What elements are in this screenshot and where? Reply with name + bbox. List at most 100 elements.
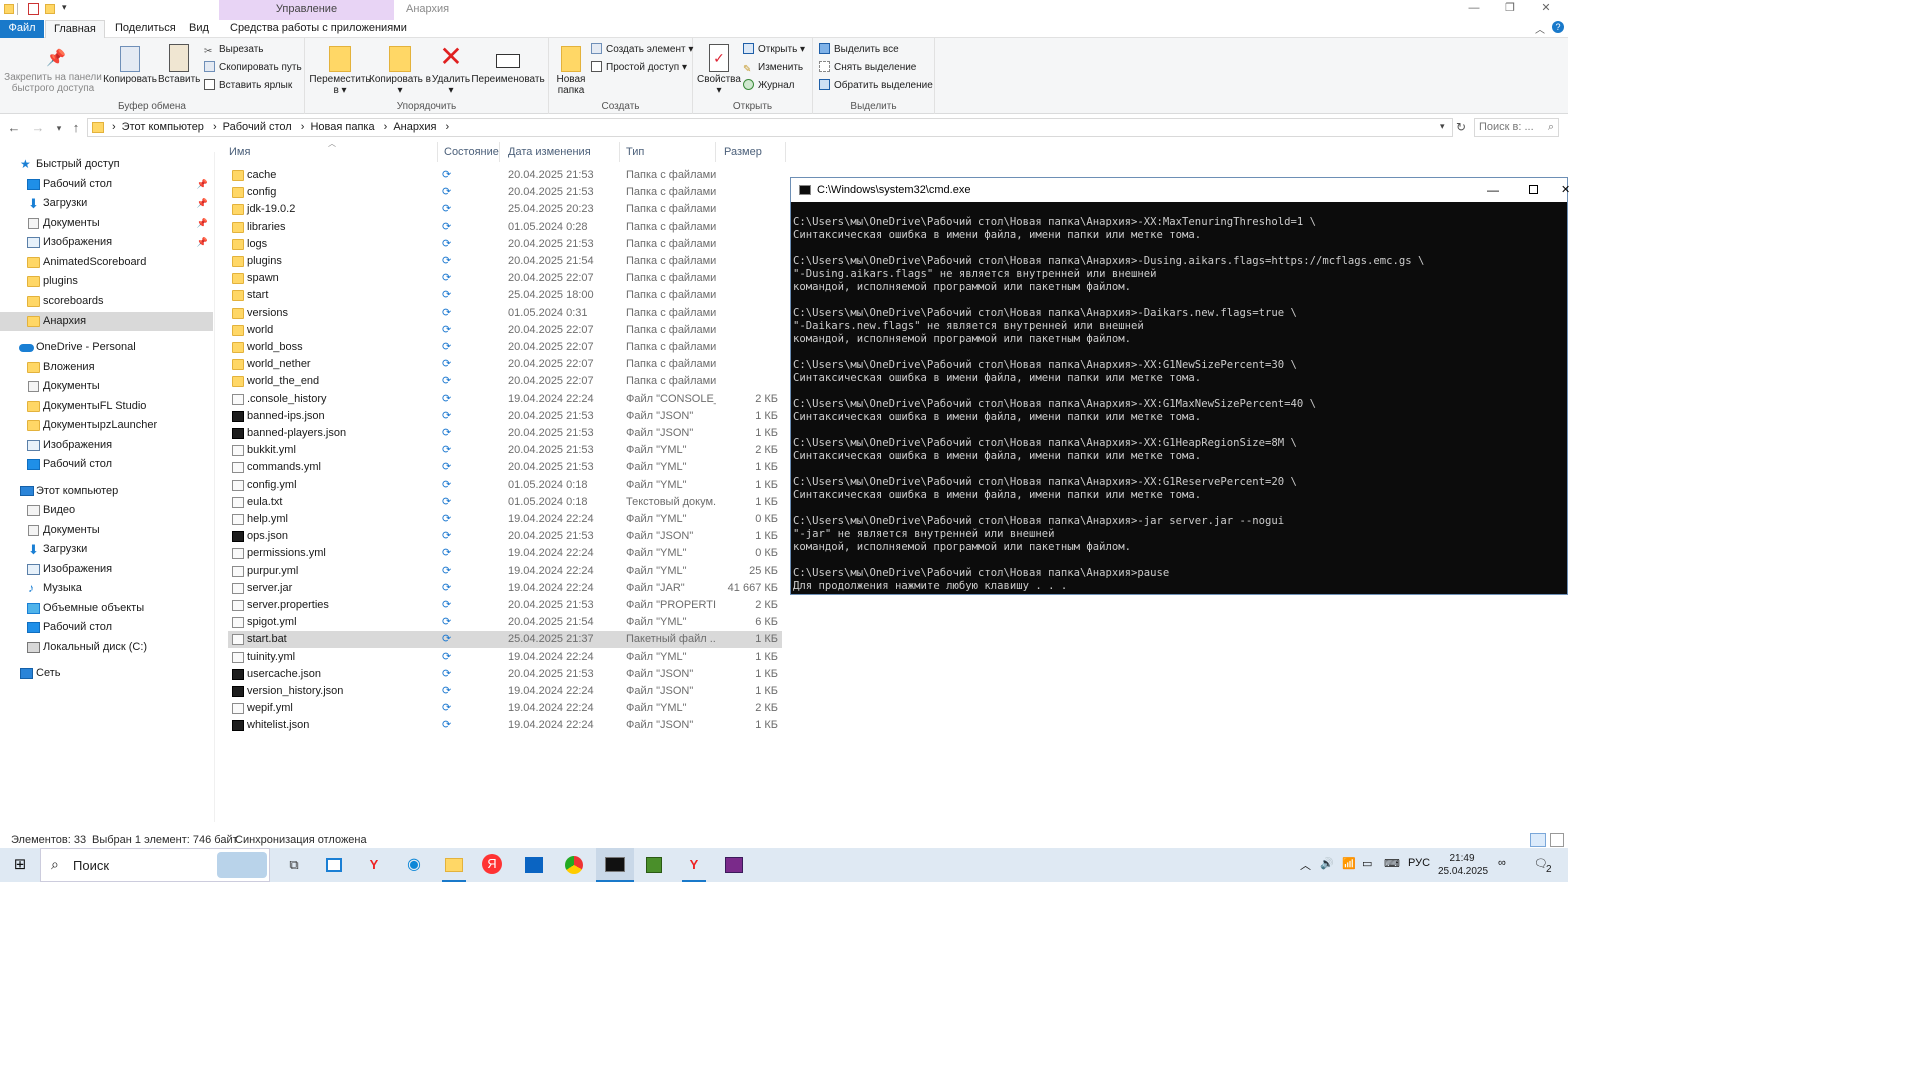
properties-qat-icon[interactable] xyxy=(28,3,39,15)
file-row[interactable]: world_boss ⟳ 20.04.2025 22:07 Папка с файла… xyxy=(228,339,782,356)
select-all-button[interactable]: Выделить все xyxy=(819,42,899,58)
nav-pzlauncher[interactable]: ДокументыpzLauncher xyxy=(0,416,213,435)
nav-od-documents[interactable]: Документы xyxy=(0,377,213,396)
file-row[interactable]: world_nether ⟳ 20.04.2025 22:07 Папка с фай… xyxy=(228,356,782,373)
tab-file[interactable]: Файл xyxy=(0,20,44,38)
file-row[interactable]: start ⟳ 25.04.2025 18:00 Папка с файлами xyxy=(228,287,782,304)
nav-network[interactable]: Сеть xyxy=(0,664,213,683)
file-row[interactable]: banned-ips.json ⟳ 20.04.2025 21:53 Файл "JS… xyxy=(228,408,782,425)
new-folder-qat-icon[interactable] xyxy=(45,4,55,14)
keyboard-icon[interactable]: ⌨ xyxy=(1384,857,1400,870)
breadcrumb-desktop[interactable]: Рабочий стол xyxy=(223,121,292,133)
file-row[interactable]: purpur.yml ⟳ 19.04.2024 22:24 Файл "YML" 25 … xyxy=(228,563,782,580)
column-date[interactable]: Дата изменения xyxy=(500,142,620,162)
language-indicator[interactable]: РУС xyxy=(1408,857,1430,869)
file-row[interactable]: jdk-19.0.2 ⟳ 25.04.2025 20:23 Папка с файла… xyxy=(228,201,782,218)
copy-path-button[interactable]: Скопировать путь xyxy=(204,60,302,76)
new-folder-button[interactable]: Новая папка xyxy=(551,42,591,96)
tab-app-tools[interactable]: Средства работы с приложениями xyxy=(222,20,415,38)
address-dropdown-icon[interactable]: ▾ xyxy=(1440,121,1445,132)
rename-button[interactable]: Переименовать xyxy=(471,42,545,85)
new-item-button[interactable]: Создать элемент ▾ xyxy=(591,42,693,58)
nav-anarchy[interactable]: Анархия xyxy=(0,312,213,331)
nav-pc-downloads[interactable]: ⬇ Загрузки xyxy=(0,540,213,559)
nav-od-desktop[interactable]: Рабочий стол xyxy=(0,455,213,474)
copy-button[interactable]: Копировать xyxy=(102,42,158,85)
file-row[interactable]: banned-players.json ⟳ 20.04.2025 21:53 Файл… xyxy=(228,425,782,442)
file-row[interactable]: plugins ⟳ 20.04.2025 21:54 Папка с файлами xyxy=(228,253,782,270)
edge-icon[interactable]: ◉ xyxy=(402,854,426,876)
column-name[interactable]: Имя xyxy=(221,142,438,162)
cmd-minimize-button[interactable]: — xyxy=(1487,178,1499,202)
tray-expand-icon[interactable]: ︿ xyxy=(1300,857,1311,873)
nav-quick-access[interactable]: ★ Быстрый доступ xyxy=(0,155,213,174)
paste-shortcut-button[interactable]: Вставить ярлык xyxy=(204,78,292,94)
restore-button[interactable]: ❐ xyxy=(1492,0,1528,18)
history-button[interactable]: Журнал xyxy=(743,78,795,94)
file-row[interactable]: bukkit.yml ⟳ 20.04.2025 21:53 Файл "YML" 2 К… xyxy=(228,442,782,459)
file-row[interactable]: server.properties ⟳ 20.04.2025 21:53 Файл "… xyxy=(228,597,782,614)
minimize-button[interactable]: — xyxy=(1456,0,1492,18)
nav-animatedscoreboard[interactable]: AnimatedScoreboard xyxy=(0,253,213,272)
collapse-ribbon-icon[interactable]: ︿ xyxy=(1535,21,1545,36)
cmd-window[interactable]: C:\Windows\system32\cmd.exe — ✕ C:\Users… xyxy=(790,177,1570,595)
nav-onedrive[interactable]: OneDrive - Personal xyxy=(0,338,213,357)
close-button[interactable]: ✕ xyxy=(1528,0,1564,18)
file-row[interactable]: world ⟳ 20.04.2025 22:07 Папка с файлами xyxy=(228,322,782,339)
file-row[interactable]: .console_history ⟳ 19.04.2024 22:24 Файл "C… xyxy=(228,391,782,408)
file-row[interactable]: config.yml ⟳ 01.05.2024 0:18 Файл "YML" 1 КБ xyxy=(228,477,782,494)
volume-icon[interactable]: 🔊 xyxy=(1320,857,1334,870)
file-row[interactable]: eula.txt ⟳ 01.05.2024 0:18 Текстовый докум.… xyxy=(228,494,782,511)
file-row[interactable]: permissions.yml ⟳ 19.04.2024 22:24 Файл "YM… xyxy=(228,545,782,562)
clock[interactable]: 21:49 25.04.2025 xyxy=(1438,852,1488,878)
recent-locations-icon[interactable]: ▾ xyxy=(51,120,67,136)
file-row[interactable]: world_the_end ⟳ 20.04.2025 22:07 Папка с фа… xyxy=(228,373,782,390)
paste-button[interactable]: Вставить xyxy=(158,42,200,85)
nav-documents[interactable]: Документы 📌 xyxy=(0,214,213,233)
outlook-icon[interactable] xyxy=(525,857,543,873)
infinity-icon[interactable]: ∞ xyxy=(1498,857,1506,869)
nav-pictures[interactable]: Изображения 📌 xyxy=(0,233,213,252)
copy-to-button[interactable]: Копировать в ▾ xyxy=(369,42,431,96)
winrar-icon[interactable] xyxy=(725,857,743,873)
file-row[interactable]: server.jar ⟳ 19.04.2024 22:24 Файл "JAR" 41 … xyxy=(228,580,782,597)
address-bar[interactable]: › Этот компьютер › Рабочий стол › Новая пап… xyxy=(87,118,1453,137)
app-window-icon[interactable] xyxy=(326,858,342,872)
nav-plugins[interactable]: plugins xyxy=(0,272,213,291)
cmd-maximize-button[interactable] xyxy=(1529,185,1538,194)
cut-button[interactable]: ✂ Вырезать xyxy=(204,42,263,58)
file-row[interactable]: usercache.json ⟳ 20.04.2025 21:53 Файл "JSO… xyxy=(228,666,782,683)
column-size[interactable]: Размер xyxy=(716,142,786,162)
nav-music[interactable]: ♪ Музыка xyxy=(0,579,213,598)
file-row[interactable]: cache ⟳ 20.04.2025 21:53 Папка с файлами xyxy=(228,167,782,184)
breadcrumb-anarchy[interactable]: Анархия xyxy=(393,121,436,133)
start-icon[interactable]: ⊞ xyxy=(8,854,32,876)
nav-attachments[interactable]: Вложения xyxy=(0,358,213,377)
minecraft-icon[interactable] xyxy=(646,857,662,873)
cmd-output[interactable]: C:\Users\мы\OneDrive\Рабочий стол\Новая … xyxy=(793,216,1565,592)
nav-this-pc[interactable]: Этот компьютер xyxy=(0,482,213,501)
edit-button[interactable]: ✎ Изменить xyxy=(743,60,803,76)
tab-home[interactable]: Главная xyxy=(45,20,105,38)
invert-selection-button[interactable]: Обратить выделение xyxy=(819,78,933,94)
file-row[interactable]: commands.yml ⟳ 20.04.2025 21:53 Файл "YML" 1… xyxy=(228,459,782,476)
file-row[interactable]: version_history.json ⟳ 19.04.2024 22:24 Фай… xyxy=(228,683,782,700)
file-row[interactable]: logs ⟳ 20.04.2025 21:53 Папка с файлами xyxy=(228,236,782,253)
yandex-browser-icon-2[interactable]: Y xyxy=(682,854,706,876)
forward-icon[interactable]: → xyxy=(30,120,46,136)
tab-view[interactable]: Вид xyxy=(181,20,217,38)
file-row[interactable]: ops.json ⟳ 20.04.2025 21:53 Файл "JSON" 1 КБ xyxy=(228,528,782,545)
back-icon[interactable]: ← xyxy=(6,120,22,136)
explorer-icon[interactable] xyxy=(445,858,463,872)
properties-button[interactable]: ✓ Свойства ▾ xyxy=(697,42,741,96)
qat-dropdown-icon[interactable]: ▾ xyxy=(62,2,67,13)
open-button[interactable]: Открыть ▾ xyxy=(743,42,805,58)
file-row[interactable]: start.bat ⟳ 25.04.2025 21:37 Пакетный файл … xyxy=(228,631,782,649)
nav-od-pictures[interactable]: Изображения xyxy=(0,436,213,455)
nav-pc-desktop[interactable]: Рабочий стол xyxy=(0,618,213,637)
nav-fl-studio[interactable]: ДокументыFL Studio xyxy=(0,397,213,416)
file-row[interactable]: spigot.yml ⟳ 20.04.2025 21:54 Файл "YML" 6 К… xyxy=(228,614,782,631)
pin-quick-access-button[interactable]: 📌 Закрепить на панели быстрого доступа xyxy=(4,42,102,94)
nav-3d-objects[interactable]: Объемные объекты xyxy=(0,599,213,618)
breadcrumb-new-folder[interactable]: Новая папка xyxy=(310,121,374,133)
